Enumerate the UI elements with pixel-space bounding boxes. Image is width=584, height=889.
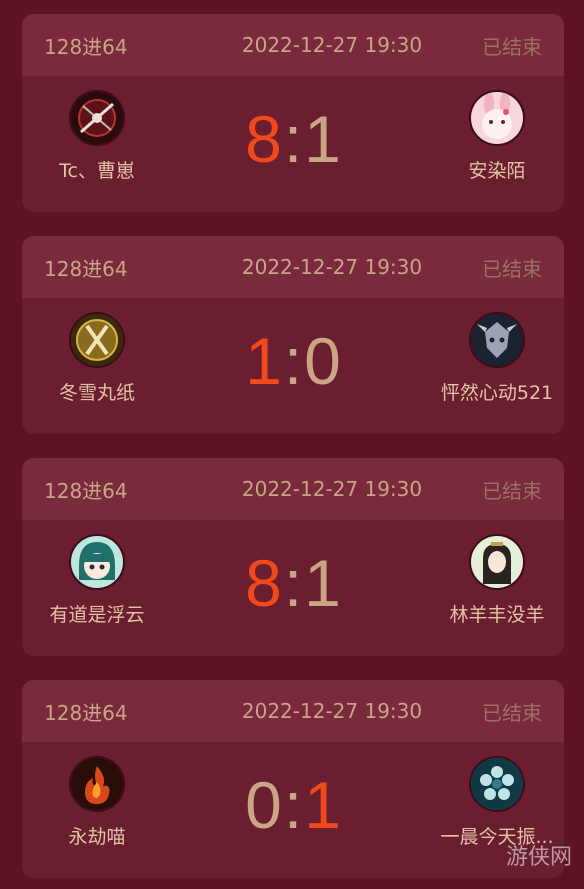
teal-flower-avatar-icon [469, 756, 525, 812]
match-datetime: 2022-12-27 19:30 [241, 477, 423, 501]
right-score: 1 [304, 768, 341, 842]
match-header: 128进64 2022-12-27 19:30 已结束 [22, 680, 564, 742]
match-list: 128进64 2022-12-27 19:30 已结束 Tc、曹崽 8:1 安染… [0, 0, 584, 889]
round-label: 128进64 [44, 256, 128, 281]
right-score: 1 [304, 546, 341, 620]
round-label: 128进64 [44, 478, 128, 503]
score-separator: : [283, 102, 303, 176]
left-score: 8 [245, 546, 282, 620]
status-badge: 已结束 [482, 478, 542, 503]
ancient-lady-avatar-icon [469, 534, 525, 590]
score-separator: : [283, 324, 303, 398]
player-name: 怦然心动521 [440, 382, 554, 404]
pink-bunny-avatar-icon [469, 90, 525, 146]
right-player[interactable]: 安染陌 [422, 90, 564, 183]
match-body: 有道是浮云 8:1 林羊丰没羊 [22, 520, 564, 656]
watermark: 游侠网 [505, 845, 572, 870]
player-name: 安染陌 [468, 160, 526, 182]
right-score: 0 [304, 324, 341, 398]
dragon-mask-avatar-icon [469, 312, 525, 368]
left-score: 1 [245, 324, 282, 398]
match-card[interactable]: 128进64 2022-12-27 19:30 已结束 有道是浮云 8:1 林羊… [22, 458, 564, 656]
match-card[interactable]: 128进64 2022-12-27 19:30 已结束 冬雪丸纸 1:0 怦然心… [22, 236, 564, 434]
match-datetime: 2022-12-27 19:30 [241, 255, 423, 279]
score-separator: : [283, 768, 303, 842]
status-badge: 已结束 [482, 34, 542, 59]
player-name: 林羊丰没羊 [449, 604, 545, 626]
match-header: 128进64 2022-12-27 19:30 已结束 [22, 458, 564, 520]
match-card[interactable]: 128进64 2022-12-27 19:30 已结束 永劫喵 0:1 一晨今天… [22, 680, 564, 878]
left-score: 8 [245, 102, 282, 176]
round-label: 128进64 [44, 700, 128, 725]
score-separator: : [283, 546, 303, 620]
right-score: 1 [304, 102, 341, 176]
status-badge: 已结束 [482, 700, 542, 725]
round-label: 128进64 [44, 34, 128, 59]
match-datetime: 2022-12-27 19:30 [241, 699, 423, 723]
match-body: Tc、曹崽 8:1 安染陌 [22, 76, 564, 212]
match-header: 128进64 2022-12-27 19:30 已结束 [22, 14, 564, 76]
status-badge: 已结束 [482, 256, 542, 281]
left-score: 0 [245, 768, 282, 842]
right-player[interactable]: 怦然心动521 [422, 312, 564, 405]
right-player[interactable]: 一晨今天振... [422, 756, 564, 849]
match-body: 冬雪丸纸 1:0 怦然心动521 [22, 298, 564, 434]
match-card[interactable]: 128进64 2022-12-27 19:30 已结束 Tc、曹崽 8:1 安染… [22, 14, 564, 212]
match-datetime: 2022-12-27 19:30 [241, 33, 423, 57]
match-body: 永劫喵 0:1 一晨今天振... [22, 742, 564, 878]
match-header: 128进64 2022-12-27 19:30 已结束 [22, 236, 564, 298]
right-player[interactable]: 林羊丰没羊 [422, 534, 564, 627]
